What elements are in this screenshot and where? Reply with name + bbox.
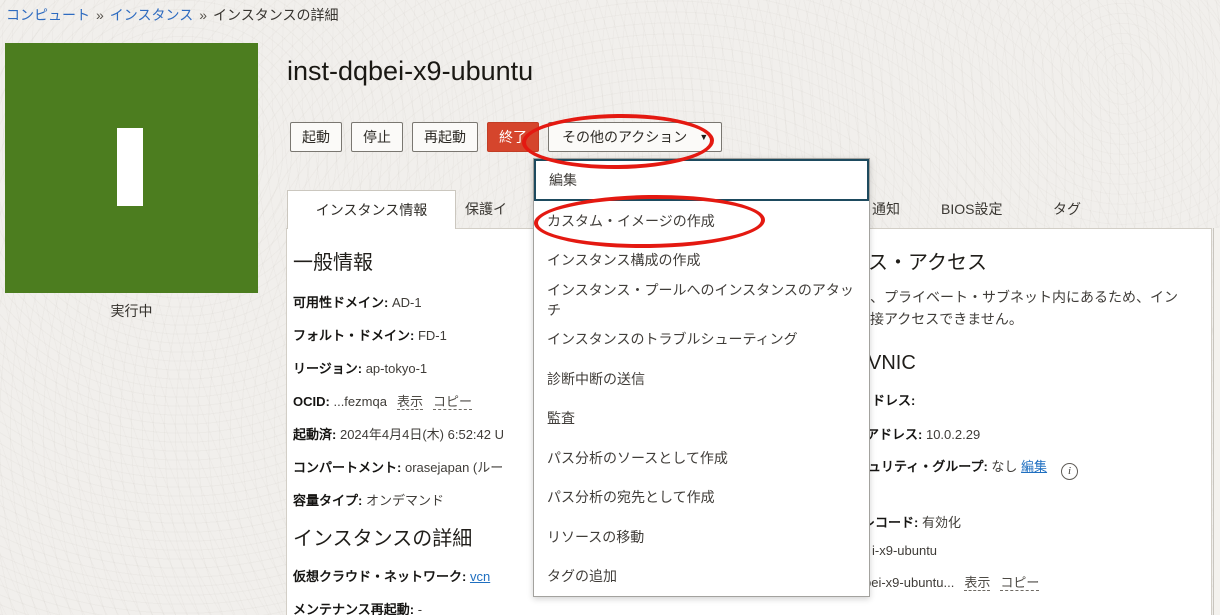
field-label: ュリティ・グループ:: [868, 459, 988, 474]
breadcrumb-instances-link[interactable]: インスタンス: [110, 7, 193, 23]
menu-item-attach-to-instance-pool[interactable]: インスタンス・プールへのインスタンスのアタッチ: [534, 280, 869, 320]
menu-item-path-analysis-destination[interactable]: パス分析の宛先として作成: [534, 477, 869, 517]
vnic-heading: VNIC: [868, 352, 916, 374]
tab-notifications[interactable]: 通知: [872, 199, 900, 219]
chevron-down-icon: ▼: [699, 132, 709, 142]
field-value: FD-1: [417, 328, 447, 343]
field-label: アドレス:: [866, 427, 923, 442]
start-button[interactable]: 起動: [290, 122, 342, 152]
menu-item-troubleshoot-instance[interactable]: インスタンスのトラブルシューティング: [534, 319, 869, 359]
more-actions-menu: 編集 カスタム・イメージの作成 インスタンス構成の作成 インスタンス・プールへの…: [533, 158, 870, 597]
instance-glyph-icon: [117, 128, 143, 206]
breadcrumb-separator: »: [199, 7, 208, 23]
breadcrumb: コンピュート » インスタンス » インスタンスの詳細: [6, 5, 339, 25]
field-value: 10.0.2.29: [925, 427, 981, 442]
field-label: メンテナンス再起動:: [293, 602, 415, 615]
panel-right-divider: [1213, 228, 1220, 615]
field-region: リージョン: ap-tokyo-1: [293, 358, 427, 377]
field-label: 起動済:: [293, 427, 337, 442]
field-value: i-x9-ubuntu: [872, 543, 938, 558]
field-value: ...fezmqa: [333, 394, 387, 409]
menu-item-send-diagnostic-interrupt[interactable]: 診断中断の送信: [534, 359, 869, 399]
field-hostname-value: i-x9-ubuntu: [872, 543, 937, 558]
menu-item-move-resource[interactable]: リソースの移動: [534, 517, 869, 557]
field-label: OCID:: [293, 394, 330, 409]
field-value: 有効化: [921, 515, 961, 530]
field-value: 2024年4月4日(木) 6:52:42 U: [339, 427, 504, 442]
instance-status-tile: [5, 43, 258, 293]
menu-item-add-tags[interactable]: タグの追加: [534, 556, 869, 596]
field-launched: 起動済: 2024年4月4日(木) 6:52:42 U: [293, 424, 504, 443]
field-dns-record: レコード: 有効化: [862, 512, 961, 531]
field-maintenance-reboot: メンテナンス再起動: -: [293, 599, 422, 615]
field-value: ap-tokyo-1: [365, 361, 428, 376]
field-ocid: OCID: ...fezmqa 表示 コピー: [293, 391, 472, 410]
field-compartment: コンパートメント: orasejapan (ルー: [293, 457, 503, 476]
field-label: レコード:: [862, 515, 919, 530]
field-label: 容量タイプ:: [293, 493, 363, 508]
tab-bios-settings[interactable]: BIOS設定: [941, 199, 1002, 219]
field-label: リージョン:: [293, 361, 363, 376]
page-title: inst-dqbei-x9-ubuntu: [287, 56, 534, 86]
field-public-ip: ドレス:: [872, 390, 915, 409]
edit-link[interactable]: 編集: [1021, 459, 1047, 474]
status-badge: 実行中: [110, 303, 153, 319]
menu-item-edit[interactable]: 編集: [534, 159, 869, 201]
copy-link[interactable]: コピー: [432, 394, 472, 410]
instance-details-page: コンピュート » インスタンス » インスタンスの詳細 実行中 inst-dqbei-x…: [0, 0, 1220, 615]
breadcrumb-separator: »: [96, 7, 104, 23]
menu-item-audit[interactable]: 監査: [534, 398, 869, 438]
show-link[interactable]: 表示: [964, 575, 991, 591]
more-actions-label: その他のアクション: [562, 129, 688, 145]
instance-details-heading: インスタンスの詳細: [293, 528, 473, 550]
field-availability-domain: 可用性ドメイン: AD-1: [293, 292, 422, 311]
field-value: オンデマンド: [365, 493, 444, 508]
breadcrumb-current: インスタンスの詳細: [213, 7, 339, 23]
field-value: bei-x9-ubuntu...: [864, 575, 955, 590]
vcn-link[interactable]: vcn: [470, 569, 490, 584]
field-fqdn-value: bei-x9-ubuntu... 表示 コピー: [864, 572, 1040, 591]
field-value: -: [417, 602, 423, 615]
instance-access-heading: ス・アクセス: [868, 252, 987, 274]
field-capacity-type: 容量タイプ: オンデマンド: [293, 490, 444, 509]
terminate-button[interactable]: 終了: [487, 122, 539, 152]
tab-shielded-instance[interactable]: 保護イ: [465, 199, 507, 219]
field-label: 仮想クラウド・ネットワーク:: [293, 569, 467, 584]
breadcrumb-compute-link[interactable]: コンピュート: [6, 7, 90, 23]
access-text-line1: 、プライベート・サブネット内にあるため、イン: [870, 289, 1178, 305]
field-label: 可用性ドメイン:: [293, 295, 389, 310]
tab-instance-info[interactable]: インスタンス情報: [287, 190, 456, 229]
info-icon[interactable]: i: [1061, 463, 1079, 480]
copy-link[interactable]: コピー: [1000, 575, 1040, 591]
reboot-button[interactable]: 再起動: [412, 122, 478, 152]
menu-item-create-instance-configuration[interactable]: インスタンス構成の作成: [534, 240, 869, 280]
field-label: ドレス:: [872, 393, 916, 408]
menu-item-path-analysis-source[interactable]: パス分析のソースとして作成: [534, 438, 869, 478]
field-label: コンパートメント:: [293, 460, 402, 475]
field-value: なし: [991, 459, 1018, 474]
action-buttons: 起動 停止 再起動 終了 その他のアクション ▼: [290, 122, 723, 152]
field-security-group: ュリティ・グループ: なし 編集 i: [868, 456, 1079, 480]
menu-item-create-custom-image[interactable]: カスタム・イメージの作成: [534, 201, 869, 241]
field-value: AD-1: [391, 295, 422, 310]
field-fault-domain: フォルト・ドメイン: FD-1: [293, 325, 447, 344]
field-value: orasejapan (ルー: [404, 460, 504, 475]
tab-tags[interactable]: タグ: [1053, 199, 1081, 219]
general-info-heading: 一般情報: [293, 252, 373, 274]
stop-button[interactable]: 停止: [351, 122, 403, 152]
field-label: フォルト・ドメイン:: [293, 328, 415, 343]
field-private-ip: アドレス: 10.0.2.29: [866, 424, 980, 443]
field-vcn: 仮想クラウド・ネットワーク: vcn: [293, 566, 490, 585]
more-actions-button[interactable]: その他のアクション ▼: [548, 122, 723, 152]
show-link[interactable]: 表示: [396, 394, 423, 410]
access-text-line2: 接アクセスできません。: [870, 311, 1023, 327]
